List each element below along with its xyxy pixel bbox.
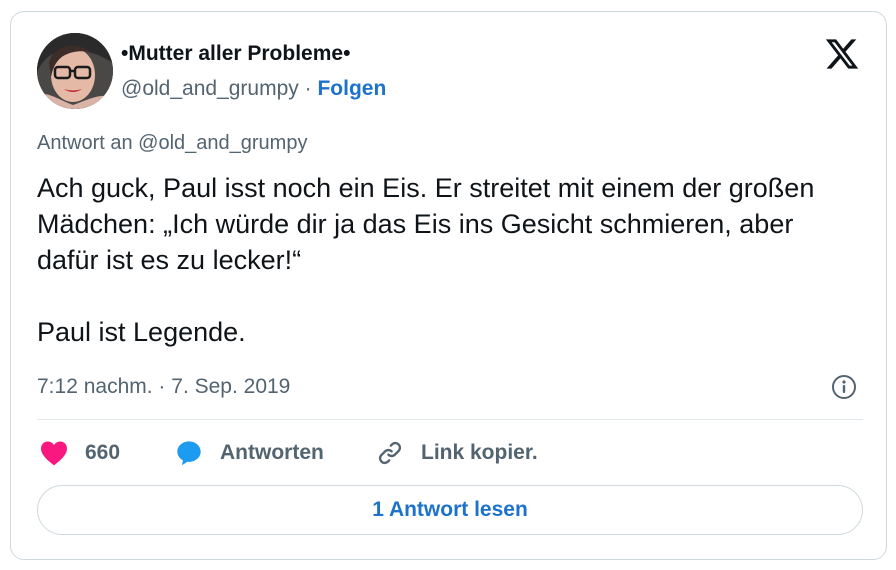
author-handle[interactable]: @old_and_grumpy [121,77,299,100]
divider [37,419,863,420]
author-display-name[interactable]: •Mutter aller Probleme• [121,42,350,66]
reply-button[interactable]: Antworten [174,438,324,468]
tweet-paragraph: Paul ist Legende. [37,317,246,347]
likes-count: 660 [85,441,121,464]
reply-bubble-icon [177,441,201,466]
x-logo-icon[interactable] [824,36,860,72]
reply-label: Antworten [220,441,324,464]
timestamp-separator: · [158,375,166,398]
read-replies-label: 1 Antwort lesen [372,498,528,521]
copy-link-button[interactable]: Link kopier. [375,438,538,468]
like-button[interactable]: 660 [39,438,120,468]
link-icon [378,441,402,465]
heart-icon [41,441,67,466]
info-icon[interactable] [831,374,857,400]
avatar[interactable] [37,33,113,109]
tweet-text: Ach guck, Paul isst noch ein Eis. Er str… [37,170,837,350]
tweet-paragraph: Ach guck, Paul isst noch ein Eis. Er str… [37,173,815,275]
tweet-timestamp[interactable]: 7:12 nachm. · 7. Sep. 2019 [37,375,290,399]
reply-to-label: Antwort an @old_and_grumpy [37,132,308,154]
author-handle-row: @old_and_grumpy · Folgen [121,77,386,101]
tweet-embed-card: •Mutter aller Probleme• @old_and_grumpy … [10,11,887,560]
copy-link-label: Link kopier. [421,441,538,464]
read-replies-button[interactable]: 1 Antwort lesen [37,485,863,535]
timestamp-date: 7. Sep. 2019 [171,375,291,398]
timestamp-time: 7:12 nachm. [37,375,153,398]
follow-button[interactable]: Folgen [317,77,386,100]
handle-separator: · [304,77,312,100]
